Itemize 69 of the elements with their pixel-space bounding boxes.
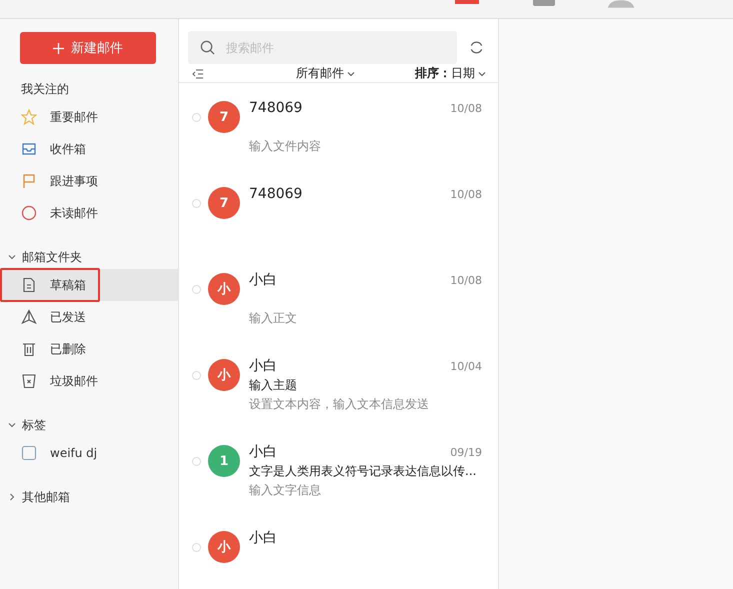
folder-item[interactable]: 收件箱 <box>0 133 178 165</box>
avatar: 小 <box>208 273 240 305</box>
mail-subject: 文字是人类用表义符号记录表达信息以传... <box>249 464 476 478</box>
mail-subject: 输入主题 <box>249 378 297 392</box>
mail-item[interactable]: 小 小白 <box>179 513 498 589</box>
chevron-down-icon <box>347 70 355 76</box>
chevron-down-icon <box>478 70 486 76</box>
circle-icon <box>21 205 37 221</box>
sender-name: 小白 <box>249 357 277 375</box>
folder-item[interactable]: 垃圾邮件 <box>0 365 178 397</box>
star-icon <box>21 109 37 125</box>
app-icon[interactable] <box>455 0 479 4</box>
mail-date: 10/08 <box>450 188 482 200</box>
mail-date: 10/08 <box>450 102 482 114</box>
sender-name: 748069 <box>249 100 302 116</box>
sender-name: 小白 <box>249 529 277 547</box>
sender-name: 小白 <box>249 271 277 289</box>
sidebar-section-title[interactable]: 标签 <box>0 413 178 437</box>
mail-item[interactable]: 小 小白 10/04 输入主题 设置文本内容，输入文本信息发送 <box>179 341 498 427</box>
checkbox-icon <box>21 445 37 461</box>
sidebar-section-title[interactable]: 其他邮箱 <box>0 485 178 509</box>
filter-dropdown[interactable]: 所有邮件 <box>296 65 355 82</box>
folder-item[interactable]: 重要邮件 <box>0 101 178 133</box>
folder-item[interactable]: weifu dj <box>0 437 178 469</box>
folder-item[interactable]: 已发送 <box>0 301 178 333</box>
flag-icon <box>21 173 37 189</box>
unread-dot-icon <box>192 371 201 380</box>
plus-icon <box>53 42 64 54</box>
mail-item[interactable]: 1 小白 09/19 文字是人类用表义符号记录表达信息以传... 输入文字信息 <box>179 427 498 513</box>
bin-icon <box>21 373 37 389</box>
mail-date: 10/08 <box>450 274 482 286</box>
collapse-icon[interactable] <box>192 68 204 78</box>
sender-name: 小白 <box>249 443 277 461</box>
unread-dot-icon <box>192 113 201 122</box>
inbox-icon <box>21 141 37 157</box>
unread-dot-icon <box>192 199 201 208</box>
avatar: 7 <box>208 187 240 219</box>
unread-dot-icon <box>192 543 201 552</box>
trash-icon <box>21 341 37 357</box>
mail-preview: 设置文本内容，输入文本信息发送 <box>249 397 429 411</box>
triangle-icon <box>21 309 37 325</box>
sort-dropdown[interactable]: 日期 <box>451 65 486 82</box>
mail-item[interactable]: 7 748069 10/08 输入文件内容 <box>179 83 498 169</box>
unread-dot-icon <box>192 457 201 466</box>
mail-preview: 输入文字信息 <box>249 483 321 497</box>
sort-label: 排序： <box>415 65 451 82</box>
sidebar-section-title[interactable]: 邮箱文件夹 <box>0 245 178 269</box>
avatar: 小 <box>208 531 240 563</box>
unread-dot-icon <box>192 285 201 294</box>
mail-date: 10/04 <box>450 360 482 372</box>
mail-date: 09/19 <box>450 446 482 458</box>
mail-item[interactable]: 小 小白 10/08 输入正文 <box>179 255 498 341</box>
sender-name: 748069 <box>249 186 302 202</box>
folder-item[interactable]: 跟进事项 <box>0 165 178 197</box>
avatar: 小 <box>208 359 240 391</box>
sidebar-section-title[interactable]: 我关注的 <box>0 77 178 101</box>
folder-item[interactable]: 未读邮件 <box>0 197 178 229</box>
person-icon[interactable] <box>606 0 636 8</box>
mail-preview: 输入文件内容 <box>249 139 321 153</box>
avatar: 1 <box>208 445 240 477</box>
folder-item[interactable]: 草稿箱 <box>0 269 178 301</box>
search-icon <box>200 40 215 55</box>
document-icon <box>21 277 37 293</box>
folder-item[interactable]: 已删除 <box>0 333 178 365</box>
compose-button[interactable]: 新建邮件 <box>20 32 156 64</box>
mail-preview: 输入正文 <box>249 311 297 325</box>
refresh-icon[interactable] <box>469 40 484 55</box>
avatar: 7 <box>208 101 240 133</box>
mail-item[interactable]: 7 748069 10/08 <box>179 169 498 255</box>
